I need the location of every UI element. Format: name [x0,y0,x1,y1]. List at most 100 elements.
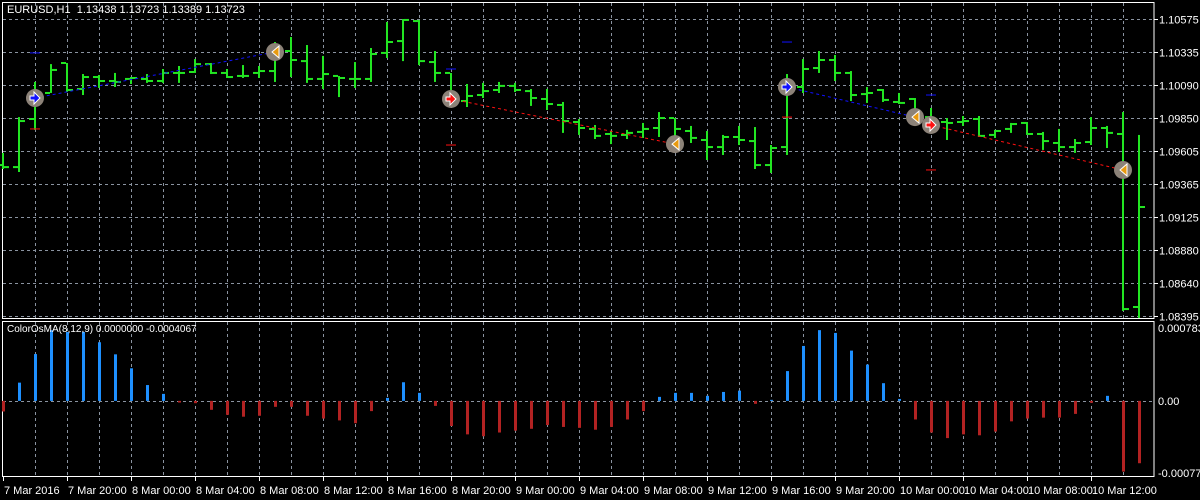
bar-close-tick [692,136,697,139]
bar-open-tick [381,51,386,54]
time-axis-label: 10 Mar 12:00 [1092,485,1157,497]
ohlc-bar [461,83,473,108]
bar-open-tick [1069,146,1074,149]
osma-bar [386,397,389,401]
ohlc-bar [765,145,777,173]
osma-bar [802,345,805,401]
price-axis-label: 1.08395 [1159,312,1199,324]
bar-open-tick [653,126,658,129]
ohlc-bar [1037,131,1049,150]
indicator-values: 0.0000000 -0.0004067 [95,324,197,335]
osma-bar [578,400,581,428]
ohlc-bar [189,59,201,73]
osma-bar [178,400,181,403]
bar-close-tick [724,135,729,138]
ohlc-bar [45,64,57,94]
bar-close-tick [468,94,473,97]
osma-bar [658,396,661,401]
bar-range [1074,139,1076,153]
bar-range [898,92,900,105]
osma-bar [434,400,437,406]
osma-bar [1122,400,1125,472]
price-axis-label: 1.09125 [1159,213,1199,225]
bar-open-tick [1037,132,1042,135]
osma-bar [498,400,501,433]
bar-open-tick [493,88,498,91]
bar-range [690,125,692,143]
ohlc-bar [829,54,841,81]
osma-bar [338,400,341,421]
ohlc-bar [813,51,825,73]
ohlc-bar [557,101,569,133]
bar-close-tick [244,74,249,77]
bar-open-tick [733,135,738,138]
bar-open-tick [445,71,450,74]
bar-range [98,74,100,88]
bar-open-tick [1101,126,1106,129]
bar-range [1010,122,1012,133]
bar-open-tick [333,74,338,77]
osma-bar [482,400,485,437]
time-axis-label: 8 Mar 04:00 [196,485,255,497]
bar-range [306,45,308,83]
ohlc-bar [973,116,985,137]
osma-bar [722,391,725,401]
bar-close-tick [948,121,953,124]
bar-range [2,152,4,169]
ohlc-bar [381,21,393,58]
bar-open-tick [173,71,178,74]
bar-close-tick [228,76,233,79]
osma-bar [642,400,645,412]
bar-close-tick [1092,126,1097,129]
osma-bar [626,400,629,420]
osma-bar [50,330,53,401]
ohlc-bar [957,116,969,126]
bar-close-tick [1028,132,1033,135]
bar-open-tick [813,67,818,70]
bar-open-tick [685,129,690,132]
bar-range [466,83,468,108]
ohlc-bar [621,129,633,140]
osma-bar [194,400,197,404]
bar-open-tick [61,62,66,65]
bar-range [642,122,644,138]
bar-close-tick [388,41,393,44]
chart-canvas[interactable]: 1.10575 1.10335 1.10090 1.09850 1.09605 1.093… [0,0,1200,500]
bar-range [146,74,148,83]
osma-bar [306,400,309,416]
ohlc-bar [301,45,313,83]
osma-bar [466,400,469,435]
osma-bar [402,382,405,401]
time-axis-label: 7 Mar 20:00 [68,485,127,497]
bar-close-tick [180,71,185,74]
osma-bar [146,385,149,401]
bar-close-tick [52,68,57,71]
osma-bar [242,400,245,417]
osma-bar [962,400,965,435]
bar-close-tick [772,147,777,150]
ohlc-bar [733,125,745,146]
bar-close-tick [884,98,889,101]
time-axis-label: 9 Mar 04:00 [580,485,639,497]
osma-bar [114,354,117,401]
indicator-axis-label: -0.000775 [1158,468,1200,480]
bar-close-tick [532,97,537,100]
bar-open-tick [525,90,530,93]
bar-open-tick [845,71,850,74]
bar-range [946,118,948,140]
bar-close-tick [628,131,633,134]
bar-open-tick [141,77,146,80]
bar-open-tick [701,138,706,141]
bar-open-tick [829,59,834,62]
bar-open-tick [989,133,994,136]
bar-range [178,66,180,83]
bar-range [1026,121,1028,135]
ohlc-bar [685,125,697,143]
bar-close-tick [644,127,649,130]
ohlc-bar [493,81,505,93]
bar-range [258,66,260,78]
bar-open-tick [637,130,642,133]
bar-open-tick [253,71,258,74]
osma-bar [994,400,997,432]
bar-range [546,89,548,111]
